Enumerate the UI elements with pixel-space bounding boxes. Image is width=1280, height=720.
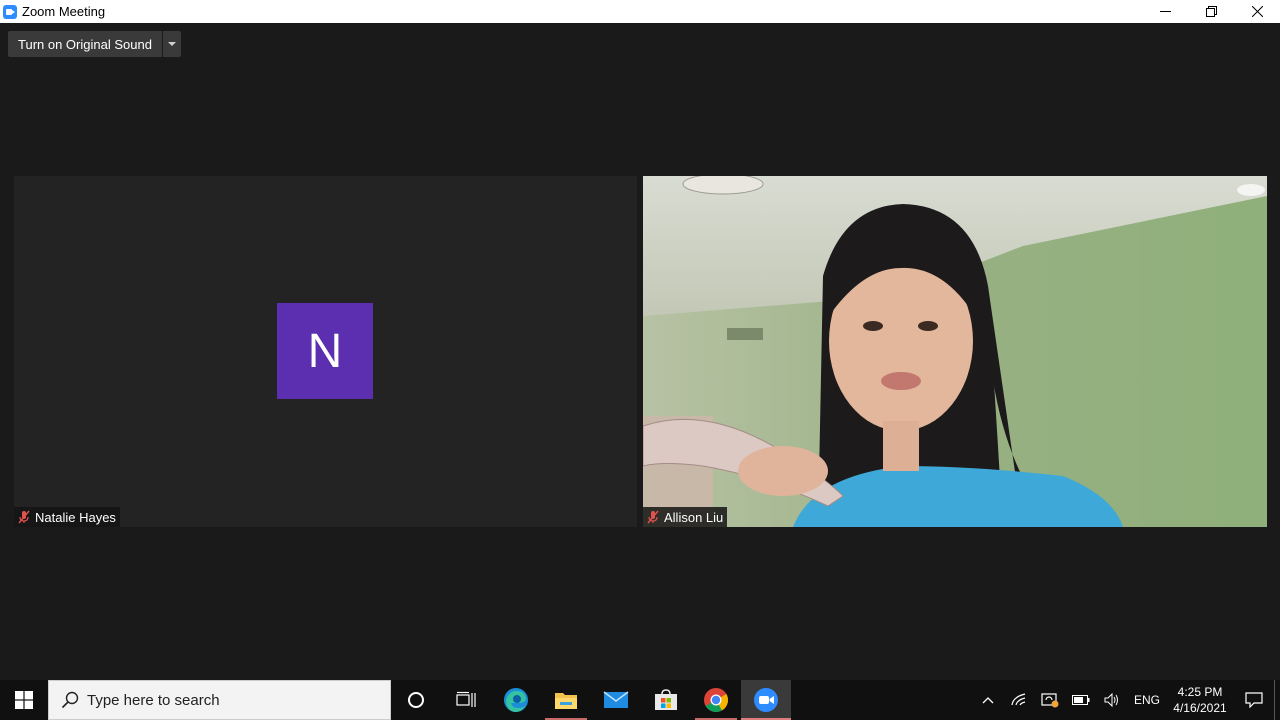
search-input[interactable]	[87, 691, 367, 709]
task-view-icon	[456, 691, 476, 707]
participant-name: Allison Liu	[664, 509, 724, 525]
battery-button[interactable]	[1066, 680, 1097, 720]
zoom-button[interactable]	[741, 680, 791, 720]
search-icon	[61, 691, 79, 709]
close-button[interactable]	[1234, 0, 1280, 23]
original-sound-control: Turn on Original Sound	[8, 31, 181, 57]
original-sound-dropdown[interactable]	[162, 31, 181, 57]
taskbar: ENG 4:25 PM 4/16/2021	[0, 680, 1280, 720]
original-sound-button[interactable]: Turn on Original Sound	[8, 31, 162, 57]
zoom-icon	[754, 688, 778, 712]
clock-date: 4/16/2021	[1173, 701, 1227, 715]
input-language[interactable]: ENG	[1128, 693, 1166, 707]
chevron-up-icon	[983, 697, 994, 704]
start-button[interactable]	[0, 680, 48, 720]
restore-button[interactable]	[1188, 0, 1234, 23]
participant-name-tag: Natalie Hayes	[14, 507, 120, 527]
task-view-button[interactable]	[441, 680, 491, 720]
mail-icon	[603, 691, 629, 708]
chrome-button[interactable]	[691, 680, 741, 720]
muted-mic-icon	[647, 510, 659, 524]
store-button[interactable]	[641, 680, 691, 720]
windows-logo-icon	[15, 691, 33, 709]
cortana-icon	[408, 692, 424, 708]
edge-icon	[504, 688, 528, 712]
minimize-icon	[1159, 11, 1171, 12]
minimize-button[interactable]	[1142, 0, 1188, 23]
chrome-icon	[704, 688, 729, 713]
zoom-app-icon	[3, 4, 17, 19]
chevron-down-icon	[167, 42, 176, 46]
window-title: Zoom Meeting	[22, 4, 106, 19]
volume-button[interactable]	[1097, 680, 1128, 720]
file-explorer-button[interactable]	[541, 680, 591, 720]
window-controls	[1142, 0, 1280, 23]
close-icon	[1251, 6, 1263, 17]
avatar: N	[277, 303, 373, 399]
participant-tile-natalie[interactable]: N Natalie Hayes	[14, 176, 637, 527]
participant-name-tag: Allison Liu	[643, 507, 728, 527]
network-button[interactable]	[1004, 680, 1035, 720]
show-desktop-button[interactable]	[1274, 680, 1280, 720]
clock[interactable]: 4:25 PM 4/16/2021	[1166, 684, 1234, 716]
sync-warning-icon	[1041, 693, 1059, 708]
system-tray: ENG 4:25 PM 4/16/2021	[973, 680, 1280, 720]
volume-icon	[1104, 693, 1119, 707]
battery-icon	[1072, 695, 1090, 705]
edge-button[interactable]	[491, 680, 541, 720]
participant-name: Natalie Hayes	[35, 509, 116, 525]
store-icon	[655, 689, 677, 710]
file-explorer-icon	[555, 693, 577, 709]
taskbar-search[interactable]	[48, 680, 391, 720]
participant-tile-allison[interactable]: Allison Liu	[643, 176, 1267, 527]
mail-button[interactable]	[591, 680, 641, 720]
sync-status-button[interactable]	[1035, 680, 1066, 720]
muted-mic-icon	[18, 510, 30, 524]
action-center-button[interactable]	[1234, 680, 1274, 720]
show-hidden-icons-button[interactable]	[973, 680, 1004, 720]
notification-icon	[1245, 692, 1263, 708]
restore-icon	[1205, 6, 1217, 17]
cortana-button[interactable]	[391, 680, 441, 720]
title-bar: Zoom Meeting	[0, 0, 1280, 23]
clock-time: 4:25 PM	[1177, 685, 1223, 699]
wifi-icon	[1011, 693, 1026, 706]
participant-video	[643, 176, 1267, 527]
